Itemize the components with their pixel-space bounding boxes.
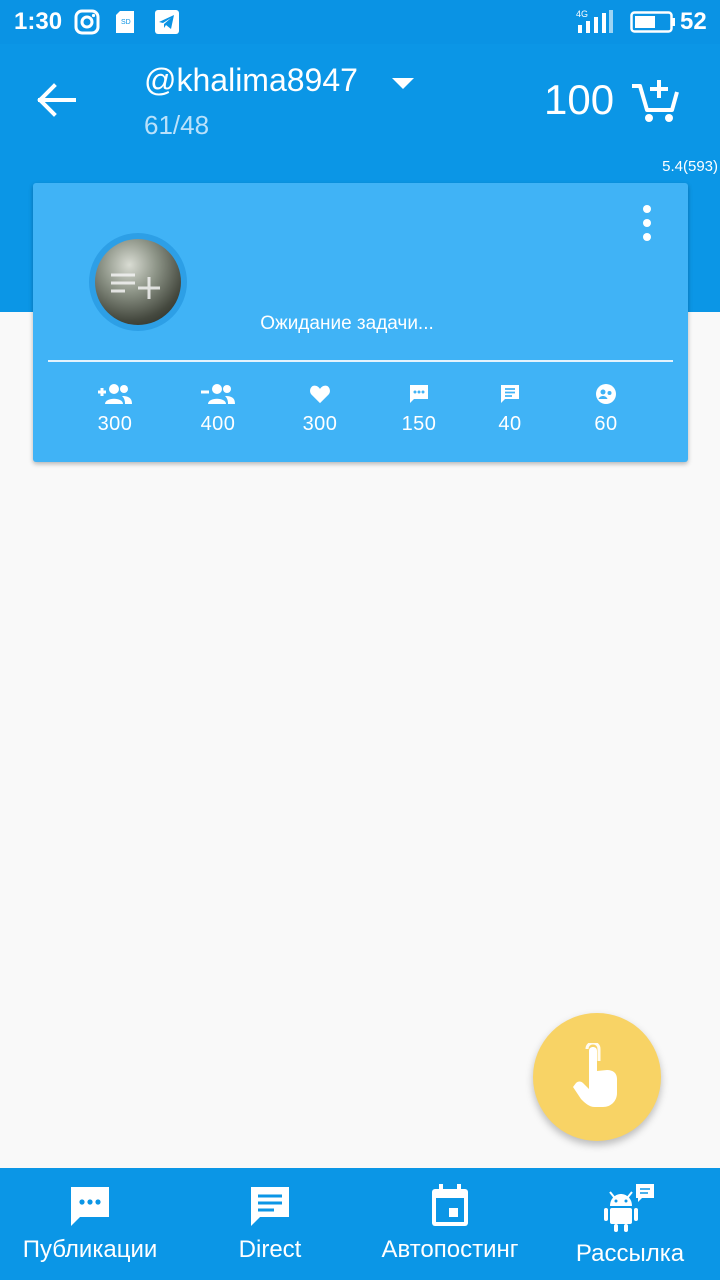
message-lines-icon — [251, 1187, 289, 1226]
story-view-icon — [596, 384, 616, 404]
follow-icon — [98, 384, 132, 404]
stat-unfollow: 400 — [173, 383, 263, 436]
stat-comment: 150 — [374, 383, 464, 436]
like-icon — [310, 385, 330, 404]
calendar-icon — [432, 1184, 468, 1226]
svg-text:SD: SD — [121, 19, 131, 26]
bottom-nav: Публикации Direct Автопостинг Рассылка — [0, 1168, 720, 1280]
battery-level: 52 — [680, 8, 707, 35]
stat-value: 400 — [200, 413, 236, 435]
nav-item-direct[interactable]: Direct — [200, 1168, 340, 1280]
chat-bubble-dots-icon — [71, 1187, 109, 1226]
nav-label: Рассылка — [575, 1240, 685, 1267]
task-status: Ожидание задачи... — [260, 313, 434, 334]
nav-label: Публикации — [22, 1236, 158, 1263]
signal-4g-icon: 4G — [576, 9, 613, 33]
start-task-fab[interactable] — [533, 1013, 661, 1141]
tap-hand-icon — [573, 1043, 617, 1107]
unfollow-icon — [201, 384, 235, 404]
account-name[interactable]: @khalima8947 — [144, 62, 358, 99]
svg-text:4G: 4G — [576, 9, 588, 19]
nav-label: Direct — [238, 1236, 302, 1263]
stat-story: 60 — [561, 383, 651, 436]
nav-label: Автопостинг — [381, 1236, 519, 1263]
stat-value: 60 — [594, 413, 618, 435]
battery-icon — [630, 11, 675, 33]
stat-message: 40 — [465, 383, 555, 436]
nav-item-mailing[interactable]: Рассылка — [560, 1168, 700, 1280]
status-bar: 1:30 SD 4G 52 — [0, 0, 720, 44]
stat-value: 150 — [401, 413, 437, 435]
stat-follow: 300 — [70, 383, 160, 436]
balance: 100 — [544, 76, 615, 123]
more-vert-icon[interactable] — [635, 203, 659, 243]
status-time: 1:30 — [14, 8, 63, 35]
comment-icon — [410, 385, 428, 403]
add-task-icon — [111, 273, 160, 299]
sd-card-icon: SD — [116, 11, 134, 33]
stat-value: 300 — [97, 413, 133, 435]
app-bar: @khalima8947 61/48 100 — [0, 44, 720, 156]
stat-value: 300 — [302, 413, 338, 435]
caret-down-icon[interactable] — [388, 74, 418, 94]
stat-like: 300 — [275, 383, 365, 436]
stat-value: 40 — [498, 413, 522, 435]
account-counter: 61/48 — [144, 110, 210, 140]
app-version: 5.4(593) — [662, 158, 718, 175]
android-message-icon — [604, 1184, 654, 1232]
nav-item-publications[interactable]: Публикации — [10, 1168, 170, 1280]
divider — [48, 360, 673, 362]
arrow-left-icon[interactable] — [30, 80, 82, 120]
message-icon — [501, 385, 519, 403]
telegram-icon — [155, 10, 179, 34]
task-card[interactable]: Ожидание задачи... 300 400 300 150 40 60 — [33, 183, 688, 462]
nav-item-autoposting[interactable]: Автопостинг — [370, 1168, 530, 1280]
cart-add-icon[interactable] — [630, 78, 680, 124]
instagram-icon — [74, 9, 100, 35]
